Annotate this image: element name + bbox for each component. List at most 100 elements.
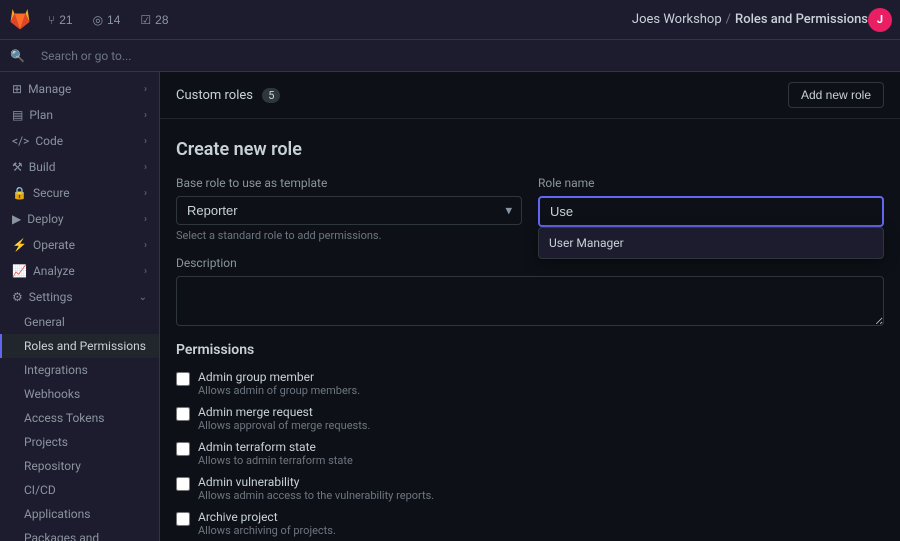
sidebar-sub-item-projects[interactable]: Projects bbox=[0, 430, 159, 454]
permission-desc: Allows archiving of projects. bbox=[198, 524, 336, 537]
breadcrumb-workspace[interactable]: Joes Workshop bbox=[632, 12, 722, 27]
sidebar-item-secure[interactable]: 🔒 Secure › bbox=[0, 180, 159, 206]
manage-icon: ⊞ bbox=[12, 82, 22, 96]
todos-button[interactable]: ☑ 28 bbox=[132, 9, 176, 31]
sidebar-label-operate: Operate bbox=[33, 238, 75, 252]
sidebar-nav-group: ⊞ Manage › ▤ Plan › </> Code › bbox=[0, 72, 159, 541]
chevron-right-icon: › bbox=[144, 136, 147, 147]
avatar[interactable]: J bbox=[868, 8, 892, 32]
issue-icon: ◎ bbox=[93, 13, 103, 27]
permission-item-admin-group-member: Admin group member Allows admin of group… bbox=[176, 370, 884, 397]
chevron-right-icon: › bbox=[144, 188, 147, 199]
permission-checkbox-admin-terraform-state[interactable] bbox=[176, 442, 190, 456]
sidebar-label-secure: Secure bbox=[33, 186, 70, 200]
permission-checkbox-admin-group-member[interactable] bbox=[176, 372, 190, 386]
sidebar-item-code[interactable]: </> Code › bbox=[0, 128, 159, 154]
deploy-icon: ▶ bbox=[12, 212, 21, 226]
search-icon: 🔍 bbox=[10, 49, 25, 63]
todo-icon: ☑ bbox=[140, 13, 151, 27]
autocomplete-dropdown: User Manager bbox=[538, 227, 884, 259]
content-area: Custom roles 5 Add new role Create new r… bbox=[160, 72, 900, 541]
description-row: Description bbox=[176, 256, 884, 330]
chevron-right-icon: › bbox=[144, 110, 147, 121]
breadcrumb-current: Roles and Permissions bbox=[735, 12, 868, 27]
permission-desc: Allows approval of merge requests. bbox=[198, 419, 370, 432]
sidebar-item-analyze[interactable]: 📈 Analyze › bbox=[0, 258, 159, 284]
plan-icon: ▤ bbox=[12, 108, 23, 122]
build-icon: ⚒ bbox=[12, 160, 23, 174]
sidebar-sub-item-applications[interactable]: Applications bbox=[0, 502, 159, 526]
sidebar-item-plan[interactable]: ▤ Plan › bbox=[0, 102, 159, 128]
content-header-title: Custom roles 5 bbox=[176, 88, 280, 103]
permissions-section: Permissions Admin group member Allows ad… bbox=[176, 342, 884, 541]
chevron-right-icon: › bbox=[144, 266, 147, 277]
permission-desc: Allows to admin terraform state bbox=[198, 454, 353, 467]
sidebar-sub-item-access-tokens[interactable]: Access Tokens bbox=[0, 406, 159, 430]
base-role-label: Base role to use as template bbox=[176, 176, 522, 190]
chevron-right-icon: › bbox=[144, 84, 147, 95]
permission-name: Admin vulnerability bbox=[198, 475, 434, 489]
base-role-hint: Select a standard role to add permission… bbox=[176, 229, 522, 242]
create-role-form: Create new role Base role to use as temp… bbox=[160, 119, 900, 541]
breadcrumb: Joes Workshop / Roles and Permissions bbox=[632, 12, 868, 27]
issue-count: 14 bbox=[107, 13, 120, 27]
permission-desc: Allows admin access to the vulnerability… bbox=[198, 489, 434, 502]
merge-request-count: 21 bbox=[59, 13, 72, 27]
permission-checkbox-admin-vulnerability[interactable] bbox=[176, 477, 190, 491]
permission-name: Admin merge request bbox=[198, 405, 370, 419]
chevron-right-icon: › bbox=[144, 240, 147, 251]
operate-icon: ⚡ bbox=[12, 238, 27, 252]
custom-roles-count: 5 bbox=[262, 88, 280, 103]
merge-request-icon: ⑂ bbox=[48, 13, 55, 27]
sidebar-sub-item-roles-permissions[interactable]: Roles and Permissions bbox=[0, 334, 159, 358]
content-header: Custom roles 5 Add new role bbox=[160, 72, 900, 119]
base-role-select-wrapper: Guest Reporter Developer Maintainer Owne… bbox=[176, 196, 522, 225]
chevron-down-icon: ⌄ bbox=[139, 292, 147, 303]
sidebar-sub-item-webhooks[interactable]: Webhooks bbox=[0, 382, 159, 406]
permission-item-admin-terraform-state: Admin terraform state Allows to admin te… bbox=[176, 440, 884, 467]
permission-name: Archive project bbox=[198, 510, 336, 524]
analyze-icon: 📈 bbox=[12, 264, 27, 278]
sidebar-label-manage: Manage bbox=[28, 82, 71, 96]
sidebar-label-code: Code bbox=[35, 134, 63, 148]
merge-requests-button[interactable]: ⑂ 21 bbox=[40, 9, 81, 31]
sidebar-sub-item-packages[interactable]: Packages and registries bbox=[0, 526, 159, 541]
sidebar-item-settings[interactable]: ⚙ Settings ⌄ bbox=[0, 284, 159, 310]
gitlab-logo bbox=[8, 8, 32, 32]
base-role-select[interactable]: Guest Reporter Developer Maintainer Owne… bbox=[176, 196, 522, 225]
secure-icon: 🔒 bbox=[12, 186, 27, 200]
main-layout: ⊞ Manage › ▤ Plan › </> Code › bbox=[0, 72, 900, 541]
add-new-role-button[interactable]: Add new role bbox=[788, 82, 884, 108]
role-name-column: Role name User Manager Enter a short nam… bbox=[538, 176, 884, 244]
permission-desc: Allows admin of group members. bbox=[198, 384, 360, 397]
settings-icon: ⚙ bbox=[12, 290, 23, 304]
role-name-wrapper: User Manager bbox=[538, 196, 884, 227]
issues-button[interactable]: ◎ 14 bbox=[85, 9, 129, 31]
sidebar-label-analyze: Analyze bbox=[33, 264, 75, 278]
secondary-topbar: 🔍 Search or go to... bbox=[0, 40, 900, 72]
autocomplete-item-user-manager[interactable]: User Manager bbox=[539, 228, 883, 258]
permissions-title: Permissions bbox=[176, 342, 884, 358]
permission-checkbox-archive-project[interactable] bbox=[176, 512, 190, 526]
sidebar: ⊞ Manage › ▤ Plan › </> Code › bbox=[0, 72, 160, 541]
role-name-input[interactable] bbox=[538, 196, 884, 227]
topbar: ⑂ 21 ◎ 14 ☑ 28 Joes Workshop / Roles and… bbox=[0, 0, 900, 40]
sidebar-item-build[interactable]: ⚒ Build › bbox=[0, 154, 159, 180]
role-name-label: Role name bbox=[538, 176, 884, 190]
sidebar-label-deploy: Deploy bbox=[27, 212, 63, 226]
form-row-basic: Base role to use as template Guest Repor… bbox=[176, 176, 884, 244]
sidebar-sub-item-cicd[interactable]: CI/CD bbox=[0, 478, 159, 502]
search-placeholder-text: Search or go to... bbox=[41, 49, 131, 63]
permission-name: Admin terraform state bbox=[198, 440, 353, 454]
sidebar-sub-item-repository[interactable]: Repository bbox=[0, 454, 159, 478]
code-icon: </> bbox=[12, 134, 29, 148]
sidebar-sub-item-general[interactable]: General bbox=[0, 310, 159, 334]
description-textarea[interactable] bbox=[176, 276, 884, 326]
sidebar-sub-item-integrations[interactable]: Integrations bbox=[0, 358, 159, 382]
sidebar-item-deploy[interactable]: ▶ Deploy › bbox=[0, 206, 159, 232]
chevron-right-icon: › bbox=[144, 214, 147, 225]
sidebar-item-manage[interactable]: ⊞ Manage › bbox=[0, 76, 159, 102]
sidebar-label-settings: Settings bbox=[29, 290, 73, 304]
sidebar-item-operate[interactable]: ⚡ Operate › bbox=[0, 232, 159, 258]
permission-checkbox-admin-merge-request[interactable] bbox=[176, 407, 190, 421]
